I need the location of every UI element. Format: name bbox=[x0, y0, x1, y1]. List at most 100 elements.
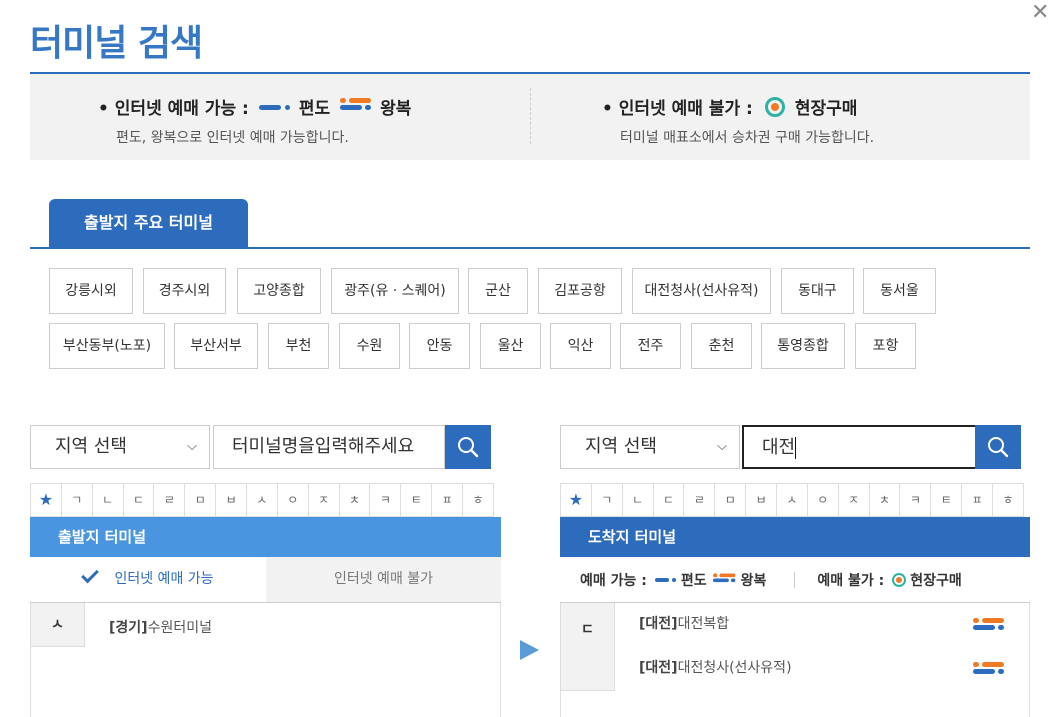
group-letter: ㅅ bbox=[31, 603, 85, 647]
departure-search-input[interactable]: 터미널명을입력해주세요 bbox=[213, 425, 445, 469]
list-item[interactable]: [대전]대전복합 bbox=[639, 613, 729, 633]
consonant-filter-button[interactable]: ㅍ bbox=[962, 484, 994, 516]
page-title: 터미널 검색 bbox=[30, 23, 203, 64]
one-way-icon bbox=[258, 102, 291, 112]
terminal-button[interactable]: 부산동부(노포) bbox=[49, 323, 165, 369]
consonant-filter-button[interactable]: ㄷ bbox=[124, 484, 155, 516]
legend-onsite-label: 현장구매 bbox=[910, 572, 962, 589]
item-region: [대전] bbox=[639, 616, 678, 632]
consonant-filter-button[interactable]: ㅎ bbox=[993, 484, 1024, 516]
terminal-button[interactable]: 부천 bbox=[268, 323, 329, 369]
consonant-filter-button[interactable]: ㅎ bbox=[463, 484, 494, 516]
terminal-button[interactable]: 동대구 bbox=[781, 268, 854, 314]
arrival-legend: 예매 가능 : 편도 왕복 예매 불가 : 현장구매 bbox=[560, 557, 1030, 603]
text-cursor bbox=[795, 437, 797, 459]
terminal-button[interactable]: 대전청사(선사유적) bbox=[632, 268, 771, 314]
terminal-button[interactable]: 울산 bbox=[480, 323, 541, 369]
legend-offline: • 인터넷 예매 불가 : 현장구매 터미널 매표소에서 승차권 구매 가능합니… bbox=[602, 94, 874, 147]
arrival-search-input[interactable]: 대전 bbox=[742, 425, 975, 469]
consonant-filter-button[interactable]: ㅈ bbox=[309, 484, 340, 516]
terminal-button[interactable]: 경주시외 bbox=[143, 268, 226, 314]
terminal-button[interactable]: 강릉시외 bbox=[49, 268, 133, 314]
consonant-filter-button[interactable]: ㅌ bbox=[401, 484, 433, 516]
consonant-filter-button[interactable]: ㅋ bbox=[900, 484, 932, 516]
consonant-filter-button[interactable]: ㅅ bbox=[247, 484, 278, 516]
terminal-button[interactable]: 부산서부 bbox=[174, 323, 258, 369]
consonant-filter-button[interactable]: ㄴ bbox=[93, 484, 124, 516]
tab-offline-booking[interactable]: 인터넷 예매 불가 bbox=[266, 557, 501, 602]
consonant-filter-button[interactable]: ㅈ bbox=[839, 484, 870, 516]
legend-offline-desc: 터미널 매표소에서 승차권 구매 가능합니다. bbox=[620, 130, 875, 146]
favorites-star-icon[interactable]: ★ bbox=[561, 484, 592, 516]
arrival-region-select[interactable]: 지역 선택 ⌵ bbox=[560, 425, 740, 469]
terminal-search-dialog: 터미널 검색 ✕ • 인터넷 예매 가능 : 편도 왕복 편도, 왕복으로 인터… bbox=[0, 0, 1054, 717]
item-region: [경기] bbox=[109, 620, 148, 636]
tab-online-label: 인터넷 예매 가능 bbox=[114, 571, 214, 587]
legend-round-label: 왕복 bbox=[380, 99, 412, 119]
item-name: 수원터미널 bbox=[147, 620, 212, 636]
tab-online-booking[interactable]: 인터넷 예매 가능 bbox=[30, 557, 266, 602]
group-letter: ㄷ bbox=[561, 603, 615, 691]
arrival-terminal-list: ㄷ [대전]대전복합 [대전]대전청사(선사유적) bbox=[560, 603, 1030, 717]
consonant-filter-button[interactable]: ㄱ bbox=[592, 484, 623, 516]
terminal-button[interactable]: 고양종합 bbox=[237, 268, 321, 314]
consonant-filter-button[interactable]: ㄹ bbox=[154, 484, 186, 516]
consonant-filter-button[interactable]: ㅇ bbox=[278, 484, 309, 516]
search-icon bbox=[988, 437, 1009, 458]
consonant-filter-button[interactable]: ㅁ bbox=[185, 484, 217, 516]
chevron-down-icon: ⌵ bbox=[187, 439, 197, 454]
consonant-filter-button[interactable]: ㅋ bbox=[370, 484, 402, 516]
consonant-filter-button[interactable]: ㅊ bbox=[870, 484, 901, 516]
consonant-filter-button[interactable]: ㅊ bbox=[340, 484, 371, 516]
legend-separator bbox=[794, 571, 796, 588]
departure-terminal-list: ㅅ [경기]수원터미널 bbox=[30, 603, 501, 717]
consonant-filter-button[interactable]: ㅍ bbox=[432, 484, 464, 516]
legend-offline-label: • 인터넷 예매 불가 : bbox=[602, 99, 753, 119]
terminal-button[interactable]: 군산 bbox=[468, 268, 528, 314]
item-name: 대전청사(선사유적) bbox=[677, 660, 792, 676]
departure-search-button[interactable] bbox=[445, 425, 491, 469]
arrival-search-button[interactable] bbox=[975, 425, 1021, 469]
legend-divider bbox=[530, 88, 531, 144]
departure-subtabs: 인터넷 예매 가능 인터넷 예매 불가 bbox=[30, 557, 501, 603]
booking-legend: • 인터넷 예매 가능 : 편도 왕복 편도, 왕복으로 인터넷 예매 가능합니… bbox=[30, 74, 1030, 160]
terminal-button[interactable]: 수원 bbox=[339, 323, 400, 369]
legend-online: • 인터넷 예매 가능 : 편도 왕복 편도, 왕복으로 인터넷 예매 가능합니… bbox=[98, 94, 411, 147]
legend-offline-label: 예매 불가 : bbox=[817, 572, 885, 589]
departure-region-select[interactable]: 지역 선택 ⌵ bbox=[30, 425, 210, 469]
list-item[interactable]: [대전]대전청사(선사유적) bbox=[639, 657, 792, 677]
consonant-filter-button[interactable]: ㅇ bbox=[808, 484, 839, 516]
consonant-filter-button[interactable]: ㅁ bbox=[715, 484, 747, 516]
consonant-filter-button[interactable]: ㅂ bbox=[216, 484, 248, 516]
round-trip-icon bbox=[973, 661, 1005, 681]
consonant-filter-button[interactable]: ㄴ bbox=[623, 484, 654, 516]
terminal-button[interactable]: 안동 bbox=[409, 323, 470, 369]
consonant-filter-button[interactable]: ㅅ bbox=[777, 484, 808, 516]
consonant-filter-button[interactable]: ㄱ bbox=[62, 484, 93, 516]
one-way-icon bbox=[654, 576, 677, 584]
tab-major-terminals[interactable]: 출발지 주요 터미널 bbox=[49, 199, 248, 249]
close-icon[interactable]: ✕ bbox=[1031, 2, 1054, 26]
terminal-button[interactable]: 춘천 bbox=[691, 323, 752, 369]
consonant-filter-button[interactable]: ㄷ bbox=[654, 484, 685, 516]
terminal-button[interactable]: 동서울 bbox=[863, 268, 936, 314]
consonant-filter-button[interactable]: ㄹ bbox=[684, 484, 716, 516]
consonant-filter-button[interactable]: ㅂ bbox=[746, 484, 778, 516]
terminal-button[interactable]: 포항 bbox=[855, 323, 916, 369]
list-item[interactable]: [경기]수원터미널 bbox=[109, 617, 212, 637]
terminal-button[interactable]: 전주 bbox=[620, 323, 681, 369]
terminal-button[interactable]: 김포공항 bbox=[538, 268, 622, 314]
departure-panel-header: 출발지 터미널 bbox=[30, 517, 501, 557]
search-value: 대전 bbox=[762, 437, 796, 458]
onsite-purchase-icon bbox=[892, 572, 907, 587]
legend-oneway-label: 편도 bbox=[680, 572, 707, 589]
legend-oneway-label: 편도 bbox=[298, 99, 331, 119]
legend-onsite-label: 현장구매 bbox=[794, 99, 858, 119]
legend-online-desc: 편도, 왕복으로 인터넷 예매 가능합니다. bbox=[116, 130, 349, 146]
terminal-button[interactable]: 광주(유 · 스퀘어) bbox=[331, 268, 459, 314]
round-trip-icon bbox=[973, 617, 1005, 637]
terminal-button[interactable]: 익산 bbox=[550, 323, 611, 369]
consonant-filter-button[interactable]: ㅌ bbox=[931, 484, 963, 516]
terminal-button[interactable]: 통영종합 bbox=[761, 323, 845, 369]
favorites-star-icon[interactable]: ★ bbox=[31, 484, 62, 516]
